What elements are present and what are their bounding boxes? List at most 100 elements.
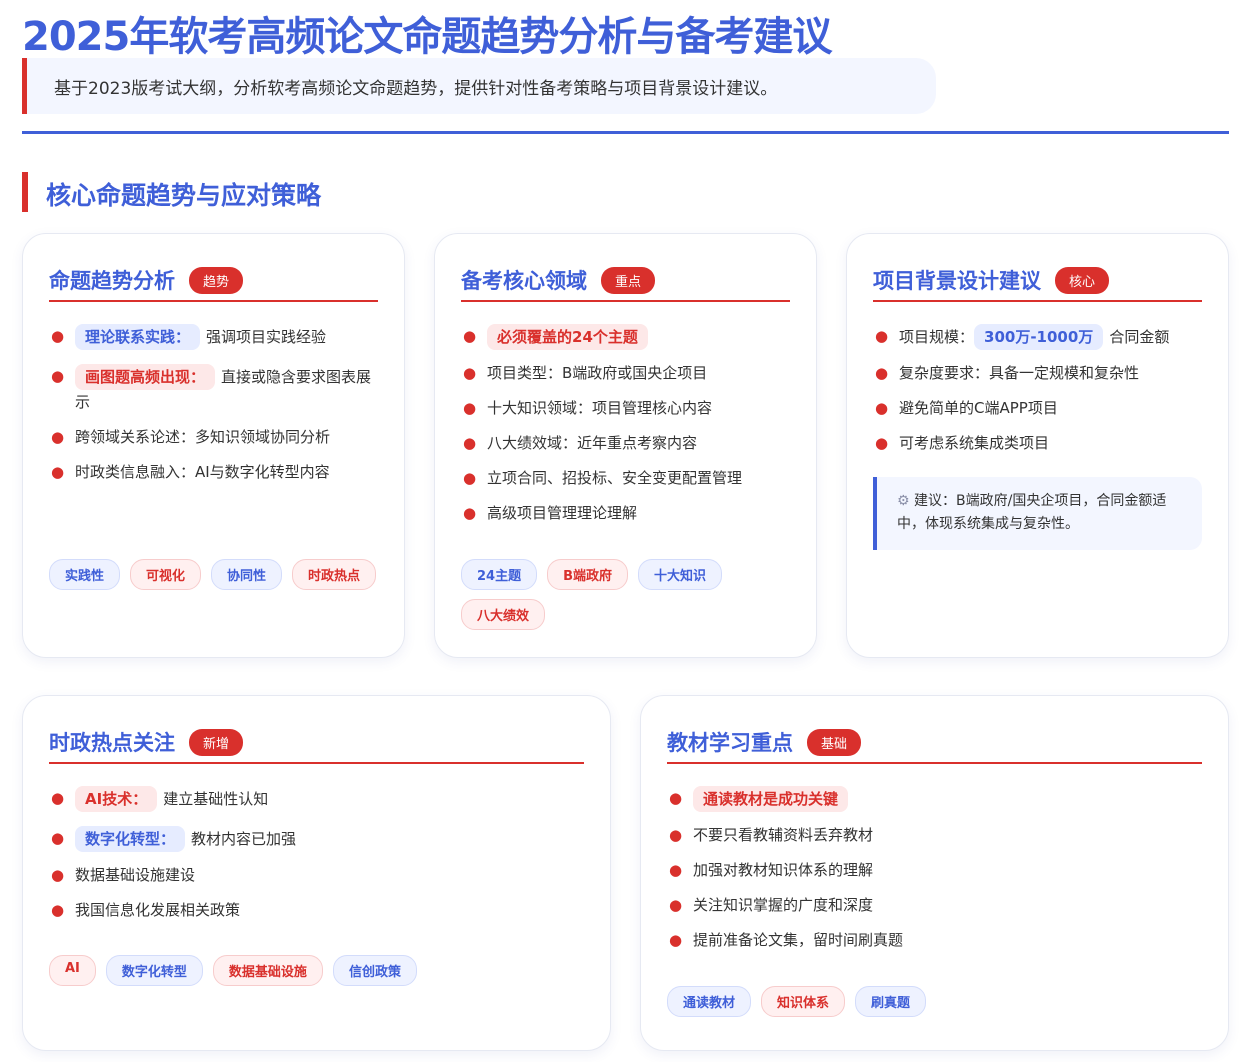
card-project-background: 项目背景设计建议 核心 ● 项目规模： 300万-1000万 合同金额 ● 复杂度要求：…	[846, 233, 1229, 658]
bullet-icon: ●	[463, 469, 477, 487]
bullet-icon: ●	[51, 463, 65, 481]
list-item: ● 跨领域关系论述：多知识领域协同分析	[49, 425, 378, 449]
tag-group: AI 数字化转型 数据基础设施 信创政策	[49, 955, 590, 986]
card-title: 备考核心领域	[461, 269, 587, 293]
bullet-icon: ●	[669, 826, 683, 844]
list-item: ● AI技术： 建立基础性认知	[49, 786, 584, 812]
list-item: ● 画图题高频出现： 直接或隐含要求图表展示	[49, 364, 378, 414]
item-highlight: 数字化转型：	[75, 826, 186, 852]
list-item: ● 立项合同、招投标、安全变更配置管理	[461, 466, 790, 490]
tag: 时政热点	[292, 559, 377, 590]
bullet-icon: ●	[463, 434, 477, 452]
item-text: 关注知识掌握的广度和深度	[693, 896, 874, 914]
tag: B端政府	[547, 559, 629, 590]
item-list: ● 理论联系实践： 强调项目实践经验 ● 画图题高频出现： 直接或隐含要求图表展示 ● 跨…	[49, 324, 378, 484]
item-highlight: 理论联系实践：	[75, 324, 201, 350]
item-highlight: 通读教材是成功关键	[693, 786, 849, 812]
list-item: ● 通读教材是成功关键	[667, 786, 1202, 812]
item-text: 项目类型：B端政府或国央企项目	[487, 364, 708, 382]
tag: 数据基础设施	[212, 955, 323, 986]
item-text: 高级项目管理理论理解	[487, 504, 638, 522]
item-list: ● AI技术： 建立基础性认知 ● 数字化转型： 教材内容已加强 ● 数据基础设施建设 ●…	[49, 786, 584, 922]
item-text: 十大知识领域：项目管理核心内容	[487, 399, 713, 417]
item-text: 教材内容已加强	[191, 830, 297, 848]
bullet-icon: ●	[463, 399, 477, 417]
card-badge: 趋势	[189, 266, 244, 294]
item-text: 合同金额	[1109, 328, 1170, 346]
tag: 八大绩效	[461, 599, 546, 630]
card-title: 项目背景设计建议	[873, 269, 1041, 293]
card-title: 教材学习重点	[667, 731, 793, 755]
bullet-icon: ●	[875, 364, 889, 382]
card-trend-analysis: 命题趋势分析 趋势 ● 理论联系实践： 强调项目实践经验 ● 画图题高频出现： 直接或隐…	[22, 233, 405, 658]
tag-group: 实践性 可视化 协同性 时政热点	[49, 559, 384, 590]
bullet-icon: ●	[51, 901, 65, 919]
bullet-icon: ●	[51, 428, 65, 446]
item-prefix: 项目规模：	[899, 328, 975, 346]
item-text: 立项合同、招投标、安全变更配置管理	[487, 469, 743, 487]
item-highlight: 300万-1000万	[974, 324, 1104, 350]
card-badge: 重点	[601, 266, 656, 294]
card-badge: 核心	[1055, 266, 1110, 294]
bullet-icon: ●	[51, 327, 65, 345]
bullet-icon: ●	[669, 896, 683, 914]
list-item: ● 不要只看教辅资料丢弃教材	[667, 823, 1202, 847]
item-text: 加强对教材知识体系的理解	[693, 861, 874, 879]
item-text: 提前准备论文集，留时间刷真题	[693, 931, 904, 949]
tag-group: 24主题 B端政府 十大知识 八大绩效	[461, 559, 796, 630]
tag: 数字化转型	[105, 955, 203, 986]
tag-group: 通读教材 知识体系 刷真题	[667, 986, 1208, 1017]
title-divider	[22, 131, 1229, 134]
list-item: ● 必须覆盖的24个主题	[461, 324, 790, 350]
tag: 十大知识	[638, 559, 723, 590]
list-item: ● 加强对教材知识体系的理解	[667, 858, 1202, 882]
card-header: 教材学习重点 基础	[667, 722, 1202, 764]
bullet-icon: ●	[669, 931, 683, 949]
bullet-icon: ●	[463, 504, 477, 522]
tip-box: ⚙ 建议：B端政府/国央企项目，合同金额适中，体现系统集成与复杂性。	[873, 477, 1202, 550]
card-header: 命题趋势分析 趋势	[49, 260, 378, 302]
page-subtitle: 基于2023版考试大纲，分析软考高频论文命题趋势，提供针对性备考策略与项目背景设…	[22, 58, 936, 114]
list-item: ● 提前准备论文集，留时间刷真题	[667, 928, 1202, 952]
list-item: ● 避免简单的C端APP项目	[873, 396, 1202, 420]
list-item: ● 时政类信息融入：AI与数字化转型内容	[49, 460, 378, 484]
item-text: 可考虑系统集成类项目	[899, 434, 1050, 452]
gear-icon: ⚙	[897, 493, 910, 509]
list-item: ● 项目类型：B端政府或国央企项目	[461, 361, 790, 385]
item-text: 避免简单的C端APP项目	[899, 399, 1058, 417]
item-text: 强调项目实践经验	[206, 328, 327, 346]
card-textbook-focus: 教材学习重点 基础 ● 通读教材是成功关键 ● 不要只看教辅资料丢弃教材 ● 加强对教…	[640, 695, 1229, 1051]
list-item: ● 数字化转型： 教材内容已加强	[49, 826, 584, 852]
list-item: ● 复杂度要求：具备一定规模和复杂性	[873, 361, 1202, 385]
bullet-icon: ●	[51, 829, 65, 847]
item-highlight: AI技术：	[75, 786, 158, 812]
tag: 通读教材	[667, 986, 752, 1017]
tag: 可视化	[130, 559, 202, 590]
bullet-icon: ●	[875, 434, 889, 452]
tag: 实践性	[49, 559, 121, 590]
bullet-icon: ●	[51, 367, 65, 385]
tip-text: 建议：B端政府/国央企项目，合同金额适中，体现系统集成与复杂性。	[897, 493, 1167, 532]
item-highlight: 画图题高频出现：	[75, 364, 216, 390]
card-header: 时政热点关注 新增	[49, 722, 584, 764]
bullet-icon: ●	[51, 866, 65, 884]
tag: 刷真题	[855, 986, 927, 1017]
item-text: 跨领域关系论述：多知识领域协同分析	[75, 428, 331, 446]
card-core-areas: 备考核心领域 重点 ● 必须覆盖的24个主题 ● 项目类型：B端政府或国央企项目 ●…	[434, 233, 817, 658]
section-title: 核心命题趋势与应对策略	[22, 172, 321, 212]
bullet-icon: ●	[51, 789, 65, 807]
item-text: 不要只看教辅资料丢弃教材	[693, 826, 874, 844]
page-title: 2025年软考高频论文命题趋势分析与备考建议	[22, 14, 832, 60]
list-item: ● 关注知识掌握的广度和深度	[667, 893, 1202, 917]
list-item: ● 可考虑系统集成类项目	[873, 431, 1202, 455]
bullet-icon: ●	[875, 327, 889, 345]
tag: AI	[49, 955, 96, 986]
item-text: 时政类信息融入：AI与数字化转型内容	[75, 463, 330, 481]
tag: 信创政策	[332, 955, 417, 986]
item-highlight: 必须覆盖的24个主题	[487, 324, 648, 350]
list-item: ● 八大绩效域：近年重点考察内容	[461, 431, 790, 455]
card-title: 时政热点关注	[49, 731, 175, 755]
bullet-icon: ●	[669, 789, 683, 807]
tag: 知识体系	[761, 986, 846, 1017]
item-text: 八大绩效域：近年重点考察内容	[487, 434, 698, 452]
